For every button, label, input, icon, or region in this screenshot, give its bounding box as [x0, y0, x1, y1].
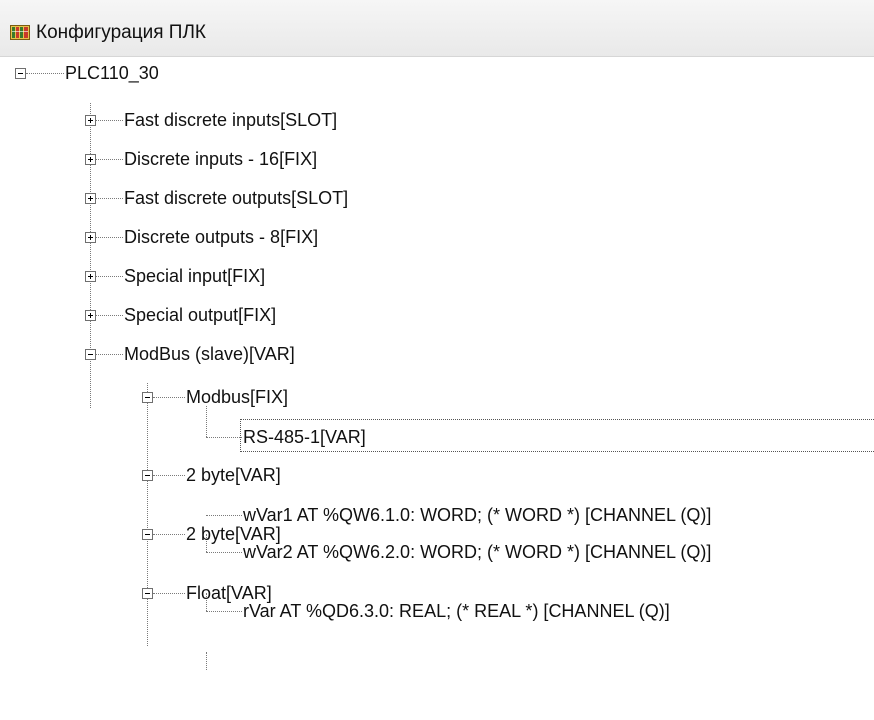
tree-item-special-input[interactable]: Special input[FIX]: [124, 265, 265, 287]
tree-connector: [153, 534, 185, 535]
tree-item-modbus-slave[interactable]: ModBus (slave)[VAR]: [124, 343, 295, 365]
tree-connector: [96, 120, 123, 121]
tree-item-fast-discrete-outputs[interactable]: Fast discrete outputs[SLOT]: [124, 187, 348, 209]
tree-connector: [206, 552, 242, 553]
expand-toggle[interactable]: [85, 310, 96, 321]
collapse-toggle[interactable]: [142, 392, 153, 403]
expand-toggle[interactable]: [85, 232, 96, 243]
tree-connector: [26, 73, 64, 74]
tree-connector: [96, 354, 123, 355]
window-title: Конфигурация ПЛК: [36, 22, 206, 43]
expand-toggle[interactable]: [85, 271, 96, 282]
tree-connector: [96, 198, 123, 199]
tree-item-special-output[interactable]: Special output[FIX]: [124, 304, 276, 326]
tree-connector: [147, 383, 148, 646]
tree-root-plc[interactable]: PLC110_30: [65, 62, 159, 84]
collapse-toggle[interactable]: [142, 529, 153, 540]
tree-connector: [90, 103, 91, 408]
tree-connector: [206, 437, 242, 438]
collapse-toggle[interactable]: [142, 588, 153, 599]
tree-connector: [153, 475, 185, 476]
plc-config-icon: [10, 25, 30, 40]
tree-item-modbus-fix[interactable]: Modbus[FIX]: [186, 386, 288, 408]
title-bar: Конфигурация ПЛК: [0, 0, 874, 57]
tree-connector: [96, 276, 123, 277]
tree-item-fast-discrete-inputs[interactable]: Fast discrete inputs[SLOT]: [124, 109, 337, 131]
tree-connector: [206, 406, 207, 437]
collapse-toggle[interactable]: [85, 349, 96, 360]
collapse-toggle[interactable]: [142, 470, 153, 481]
tree-item-rs485[interactable]: RS-485-1[VAR]: [243, 426, 366, 448]
tree-connector: [96, 159, 123, 160]
tree-connector: [96, 315, 123, 316]
tree-connector: [96, 237, 123, 238]
expand-toggle[interactable]: [15, 68, 26, 79]
tree-connector: [206, 611, 242, 612]
tree-connector: [206, 515, 242, 516]
tree-connector: [206, 652, 207, 670]
expand-toggle[interactable]: [85, 154, 96, 165]
tree-connector: [153, 593, 185, 594]
expand-toggle[interactable]: [85, 193, 96, 204]
plc-configuration-window: Конфигурация ПЛК PLC110_30 Fast discrete…: [0, 0, 874, 720]
config-tree[interactable]: PLC110_30 Fast discrete inputs[SLOT] Dis…: [0, 56, 874, 720]
expand-toggle[interactable]: [85, 115, 96, 126]
tree-item-discrete-outputs[interactable]: Discrete outputs - 8[FIX]: [124, 226, 318, 248]
tree-item-rvar[interactable]: rVar AT %QD6.3.0: REAL; (* REAL *) [CHAN…: [243, 600, 670, 622]
tree-connector: [153, 397, 185, 398]
tree-item-wvar1[interactable]: wVar1 AT %QW6.1.0: WORD; (* WORD *) [CHA…: [243, 504, 711, 526]
tree-item-discrete-inputs[interactable]: Discrete inputs - 16[FIX]: [124, 148, 317, 170]
tree-item-2byte-1[interactable]: 2 byte[VAR]: [186, 464, 281, 486]
tree-item-wvar2[interactable]: wVar2 AT %QW6.2.0: WORD; (* WORD *) [CHA…: [243, 541, 711, 563]
